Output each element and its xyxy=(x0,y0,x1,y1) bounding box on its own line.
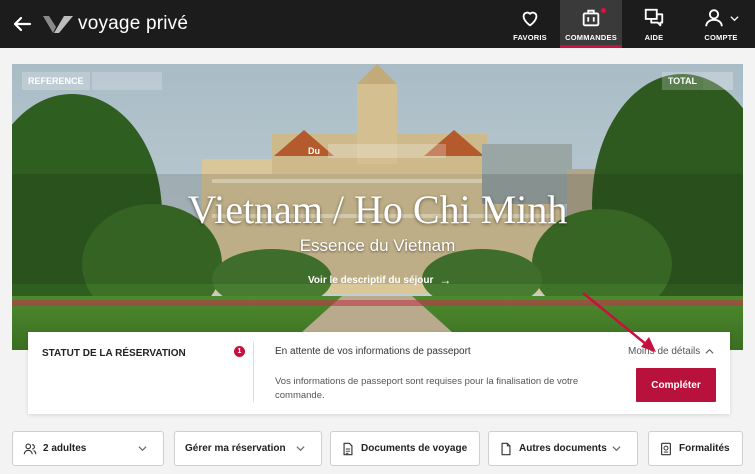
chevron-down-icon xyxy=(730,15,739,21)
complete-button[interactable]: Compléter xyxy=(636,368,716,402)
heart-icon xyxy=(522,11,538,27)
travelers-label: 2 adultes xyxy=(43,443,87,454)
manage-booking-label: Gérer ma réservation xyxy=(185,443,286,454)
nav-aide[interactable]: AIDE xyxy=(632,0,676,48)
arrow-right-icon: → xyxy=(439,273,452,287)
chevron-down-icon xyxy=(296,446,305,452)
suitcase-icon xyxy=(582,9,600,27)
nav-label: FAVORIS xyxy=(513,33,547,42)
trip-subtitle: Essence du Vietnam xyxy=(299,236,456,255)
nav-label: AIDE xyxy=(644,33,664,42)
trip-description-link[interactable]: Voir le descriptif du séjour → xyxy=(308,273,451,287)
trip-description-link-label: Voir le descriptif du séjour xyxy=(308,274,434,286)
formalities-button[interactable]: Formalités xyxy=(648,431,743,466)
nav-commandes[interactable]: COMMANDES xyxy=(560,0,622,48)
document-icon xyxy=(343,442,353,455)
trip-hero: REFERENCE TOTAL Du Vietnam / Ho Chi Minh… xyxy=(12,64,743,350)
chevron-down-icon xyxy=(138,446,147,452)
formalities-label: Formalités xyxy=(679,443,730,454)
back-arrow-icon[interactable] xyxy=(10,12,34,36)
logo[interactable]: voyage privé xyxy=(42,12,188,36)
reference-label: REFERENCE xyxy=(22,72,90,90)
status-count-badge: 1 xyxy=(234,346,245,357)
destination-title: Vietnam / Ho Chi Minh xyxy=(187,187,568,232)
other-documents-label: Autres documents xyxy=(519,443,607,454)
passport-icon xyxy=(661,442,671,455)
travelers-dropdown[interactable]: 2 adultes xyxy=(12,431,164,466)
nav-label: COMMANDES xyxy=(565,33,617,42)
less-details-label: Moins de détails xyxy=(628,346,701,357)
status-description: Vos informations de passeport sont requi… xyxy=(275,376,579,401)
notification-dot xyxy=(601,8,606,13)
booking-status-card: STATUT DE LA RÉSERVATION 1 En attente de… xyxy=(28,332,730,414)
nav-compte[interactable]: COMPTE xyxy=(694,0,748,48)
chevron-up-icon xyxy=(705,348,714,354)
users-icon xyxy=(23,443,37,454)
travel-documents-label: Documents de voyage xyxy=(361,443,468,454)
total-label: TOTAL xyxy=(661,72,703,90)
date-range: Du xyxy=(308,144,446,158)
total-value-redacted xyxy=(703,72,733,90)
divider xyxy=(253,342,254,402)
file-icon xyxy=(501,442,511,455)
status-message: En attente de vos informations de passep… xyxy=(275,346,471,357)
booking-status-title: STATUT DE LA RÉSERVATION xyxy=(42,348,186,359)
logo-v-icon xyxy=(43,16,73,33)
date-range-redacted xyxy=(328,144,446,158)
other-documents-dropdown[interactable]: Autres documents xyxy=(488,431,638,466)
top-header: voyage privé FAVORIS COMMANDES AIDE COMP… xyxy=(0,0,755,48)
travel-documents-button[interactable]: Documents de voyage xyxy=(330,431,480,466)
chevron-down-icon xyxy=(612,446,621,452)
manage-booking-dropdown[interactable]: Gérer ma réservation xyxy=(174,431,322,466)
logo-text: voyage privé xyxy=(78,13,189,34)
chat-icon xyxy=(644,8,664,27)
nav-label: COMPTE xyxy=(704,33,738,42)
user-icon xyxy=(705,9,723,27)
reference-value-redacted xyxy=(92,72,162,90)
less-details-link[interactable]: Moins de détails xyxy=(628,346,714,357)
nav-favoris[interactable]: FAVORIS xyxy=(509,0,551,48)
date-range-label: Du xyxy=(308,146,320,156)
